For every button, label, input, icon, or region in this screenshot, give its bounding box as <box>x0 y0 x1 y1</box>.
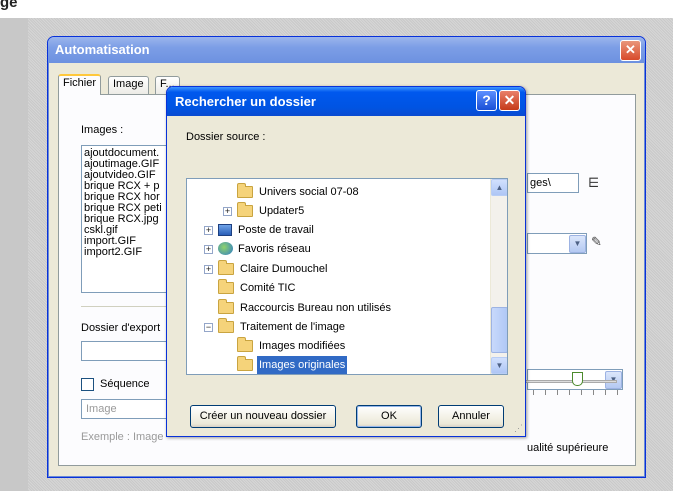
chevron-down-icon[interactable]: ▼ <box>569 235 586 253</box>
image-name-input[interactable]: Image <box>81 399 171 419</box>
expand-icon[interactable]: + <box>204 226 213 235</box>
images-label: Images : <box>81 124 124 136</box>
folder-icon <box>218 299 234 314</box>
network-icon <box>218 242 233 255</box>
background-caption: ge <box>0 0 18 11</box>
expand-icon[interactable]: + <box>223 207 232 216</box>
expand-icon[interactable]: + <box>204 245 213 254</box>
tree-node-label: Raccourcis Bureau non utilisés <box>240 302 392 314</box>
quality-slider-track[interactable] <box>521 380 617 383</box>
folder-icon <box>218 279 234 294</box>
collapse-icon[interactable]: − <box>204 323 213 332</box>
slider-ticks <box>521 390 619 395</box>
export-folder-input[interactable] <box>81 341 171 361</box>
quality-slider-thumb[interactable] <box>572 372 583 386</box>
tree-node-label: Updater5 <box>259 205 305 217</box>
new-folder-button[interactable]: Créer un nouveau dossier <box>190 405 336 428</box>
tree-node-label: Traitement de l'image <box>240 321 346 333</box>
tree-node-label: Claire Dumouchel <box>240 263 328 275</box>
tab-image[interactable]: Image <box>108 76 149 94</box>
folder-icon <box>218 260 234 275</box>
window-titlebar[interactable]: Automatisation ✕ <box>48 37 645 63</box>
background-left-strip <box>0 18 28 491</box>
dialog-close-button[interactable]: ✕ <box>499 90 520 111</box>
resize-grip-icon[interactable]: ⋰ <box>514 423 523 434</box>
source-folder-label: Dossier source : <box>186 131 266 143</box>
tab-fichier[interactable]: Fichier <box>58 74 102 95</box>
scroll-down-button[interactable]: ▼ <box>491 357 507 374</box>
window-title: Automatisation <box>55 42 150 57</box>
folder-icon <box>237 183 253 198</box>
scroll-thumb[interactable] <box>491 307 507 353</box>
scroll-up-button[interactable]: ▲ <box>491 179 507 196</box>
sequence-label: Séquence <box>100 378 150 390</box>
help-button[interactable]: ? <box>476 90 497 111</box>
tree-node-label: Univers social 07-08 <box>259 186 359 198</box>
background-top: ge <box>0 0 673 18</box>
sequence-checkbox[interactable] <box>81 378 94 391</box>
folder-browse-dialog: Rechercher un dossier ? ✕ Dossier source… <box>166 86 526 437</box>
images-path-input[interactable]: ges\ <box>527 173 579 193</box>
folder-tree[interactable]: Univers social 07-08 + Updater5 + Poste … <box>186 178 508 375</box>
window-close-button[interactable]: ✕ <box>620 40 641 61</box>
tree-scrollbar[interactable]: ▲ ▼ <box>490 179 507 374</box>
cancel-button[interactable]: Annuler <box>438 405 504 428</box>
expand-icon[interactable]: + <box>204 265 213 274</box>
edit-icon[interactable]: ✎ <box>591 234 602 250</box>
tree-node-label: Images modifiées <box>259 340 346 352</box>
folder-open-icon <box>218 318 234 333</box>
tree-node-label: Favoris réseau <box>238 243 311 255</box>
folder-open-icon <box>237 356 253 371</box>
dialog-title: Rechercher un dossier <box>175 94 316 109</box>
example-text: Exemple : Image <box>81 431 164 443</box>
dialog-titlebar[interactable]: Rechercher un dossier ? ✕ <box>167 87 525 116</box>
computer-icon <box>218 224 232 236</box>
images-list[interactable]: ajoutdocument. ajoutimage.GIF ajoutvideo… <box>81 145 169 293</box>
export-folder-label: Dossier d'export <box>81 322 161 334</box>
folder-icon <box>237 202 253 217</box>
tree-node-label: Poste de travail <box>238 224 314 236</box>
browse-tree-icon[interactable]: ⋿ <box>588 175 599 191</box>
list-item[interactable]: import2.GIF <box>84 247 166 258</box>
separator <box>81 306 171 307</box>
tree-node-label: Comité TIC <box>240 282 296 294</box>
folder-icon <box>237 337 253 352</box>
tree-node-label: Images originales <box>257 356 348 374</box>
quality-label: ualité supérieure <box>527 442 609 454</box>
ok-button[interactable]: OK <box>356 405 422 428</box>
